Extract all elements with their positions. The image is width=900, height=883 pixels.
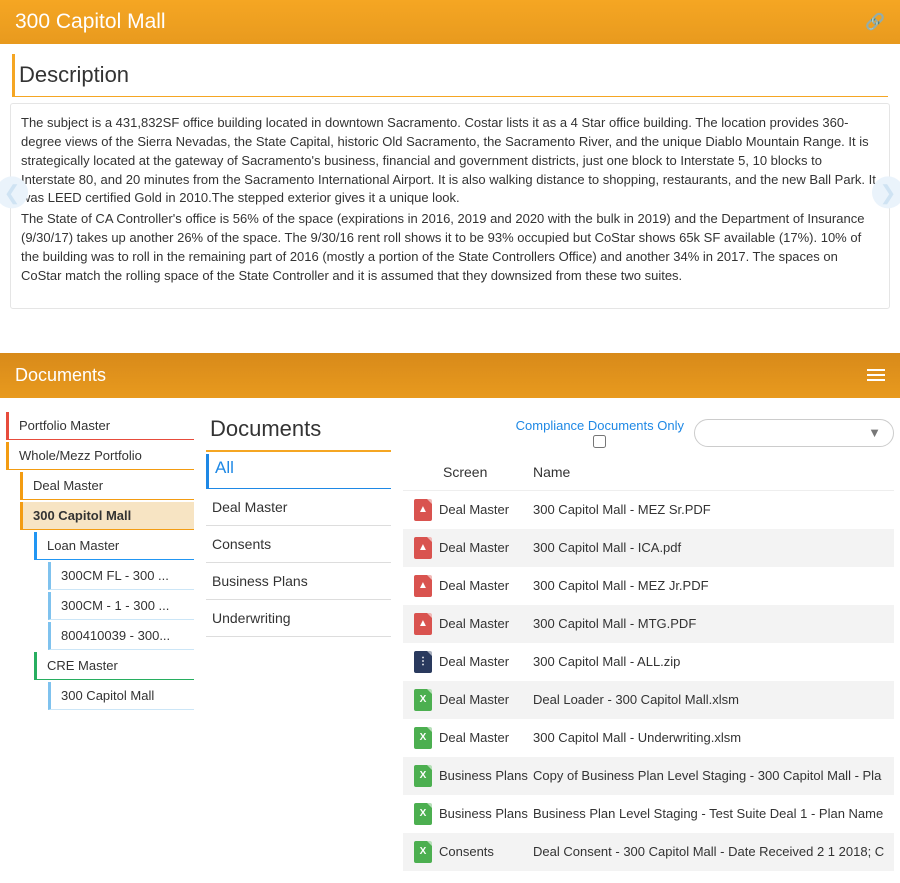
page-header: 300 Capitol Mall 🔗 — [0, 0, 900, 44]
page-title: 300 Capitol Mall — [15, 10, 166, 34]
menu-icon[interactable] — [867, 369, 885, 381]
documents-panel-title: Documents — [15, 365, 106, 386]
table-row[interactable]: XBusiness PlansCopy of Business Plan Lev… — [403, 757, 894, 795]
link-icon[interactable]: 🔗 — [865, 12, 885, 32]
category-column: Documents AllDeal MasterConsentsBusiness… — [206, 408, 391, 878]
category-item[interactable]: Underwriting — [206, 600, 391, 637]
compliance-checkbox[interactable] — [593, 435, 606, 448]
filter-icon: ▼ — [868, 425, 881, 440]
row-screen: Deal Master — [439, 692, 533, 707]
table-row[interactable]: ▲Deal Master300 Capitol Mall - ICA.pdf — [403, 529, 894, 567]
row-name: Copy of Business Plan Level Staging - 30… — [533, 768, 890, 783]
table-row[interactable]: ▲Deal Master300 Capitol Mall - MTG.PDF — [403, 605, 894, 643]
file-icon: ⋮ — [407, 651, 439, 673]
row-screen: Deal Master — [439, 616, 533, 631]
carousel-next-button[interactable]: ❯ — [872, 177, 900, 209]
row-name: 300 Capitol Mall - MEZ Sr.PDF — [533, 502, 890, 517]
row-screen: Deal Master — [439, 730, 533, 745]
table-row[interactable]: ⋮Deal Master300 Capitol Mall - ALL.zip — [403, 643, 894, 681]
description-paragraph: The subject is a 431,832SF office buildi… — [21, 114, 879, 208]
compliance-label: Compliance Documents Only — [516, 418, 684, 433]
row-name: 300 Capitol Mall - MEZ Jr.PDF — [533, 578, 890, 593]
file-icon: X — [407, 727, 439, 749]
row-name: Deal Loader - 300 Capitol Mall.xlsm — [533, 692, 890, 707]
file-icon: ▲ — [407, 537, 439, 559]
category-item[interactable]: Consents — [206, 526, 391, 563]
row-screen: Business Plans — [439, 806, 533, 821]
row-name: 300 Capitol Mall - Underwriting.xlsm — [533, 730, 890, 745]
row-name: Deal Consent - 300 Capitol Mall - Date R… — [533, 844, 890, 859]
category-item[interactable]: Business Plans — [206, 563, 391, 600]
tree-node[interactable]: 300 Capitol Mall — [48, 682, 194, 710]
category-item[interactable]: All — [206, 454, 391, 489]
tree-node[interactable]: 300 Capitol Mall — [20, 502, 194, 530]
category-item[interactable]: Deal Master — [206, 489, 391, 526]
search-input[interactable]: ▼ — [694, 419, 894, 447]
table-row[interactable]: XDeal Master300 Capitol Mall - Underwrit… — [403, 719, 894, 757]
row-name: Business Plan Level Staging - Test Suite… — [533, 806, 890, 821]
documents-rows[interactable]: ▲Deal Master300 Capitol Mall - MEZ Sr.PD… — [403, 491, 894, 871]
table-row[interactable]: ▲Deal Master300 Capitol Mall - MEZ Jr.PD… — [403, 567, 894, 605]
file-icon: X — [407, 803, 439, 825]
table-row[interactable]: XBusiness PlansBusiness Plan Level Stagi… — [403, 795, 894, 833]
row-screen: Deal Master — [439, 540, 533, 555]
compliance-toggle[interactable]: Compliance Documents Only — [516, 418, 684, 448]
row-screen: Business Plans — [439, 768, 533, 783]
row-name: 300 Capitol Mall - ALL.zip — [533, 654, 890, 669]
row-screen: Deal Master — [439, 502, 533, 517]
tree-node[interactable]: 300CM FL - 300 ... — [48, 562, 194, 590]
file-icon: ▲ — [407, 613, 439, 635]
tree-node[interactable]: CRE Master — [34, 652, 194, 680]
row-screen: Consents — [439, 844, 533, 859]
documents-body: Portfolio MasterWhole/Mezz PortfolioDeal… — [0, 398, 900, 878]
documents-main: Compliance Documents Only ▼ Screen Name … — [403, 408, 894, 878]
tree-node[interactable]: Deal Master — [20, 472, 194, 500]
file-icon: ▲ — [407, 575, 439, 597]
table-row[interactable]: XDeal MasterDeal Loader - 300 Capitol Ma… — [403, 681, 894, 719]
tree-node[interactable]: Loan Master — [34, 532, 194, 560]
row-screen: Deal Master — [439, 578, 533, 593]
tree-node[interactable]: Portfolio Master — [6, 412, 194, 440]
table-row[interactable]: XConsentsDeal Consent - 300 Capitol Mall… — [403, 833, 894, 871]
table-row[interactable]: ▲Deal Master300 Capitol Mall - MEZ Sr.PD… — [403, 491, 894, 529]
tree-node[interactable]: 300CM - 1 - 300 ... — [48, 592, 194, 620]
description-panel: ❮ ❯ Description The subject is a 431,832… — [0, 44, 900, 329]
row-name: 300 Capitol Mall - MTG.PDF — [533, 616, 890, 631]
table-header: Screen Name — [403, 454, 894, 491]
file-icon: ▲ — [407, 499, 439, 521]
file-icon: X — [407, 841, 439, 863]
description-body: The subject is a 431,832SF office buildi… — [10, 103, 890, 309]
row-screen: Deal Master — [439, 654, 533, 669]
description-heading: Description — [12, 54, 888, 97]
file-icon: X — [407, 765, 439, 787]
tree-node[interactable]: 800410039 - 300... — [48, 622, 194, 650]
navigation-tree: Portfolio MasterWhole/Mezz PortfolioDeal… — [6, 408, 194, 878]
documents-panel-header: Documents — [0, 353, 900, 398]
documents-inner-title: Documents — [206, 416, 391, 452]
column-header-screen[interactable]: Screen — [443, 464, 533, 480]
file-icon: X — [407, 689, 439, 711]
row-name: 300 Capitol Mall - ICA.pdf — [533, 540, 890, 555]
tree-node[interactable]: Whole/Mezz Portfolio — [6, 442, 194, 470]
description-paragraph: The State of CA Controller's office is 5… — [21, 210, 879, 285]
column-header-name[interactable]: Name — [533, 464, 894, 480]
